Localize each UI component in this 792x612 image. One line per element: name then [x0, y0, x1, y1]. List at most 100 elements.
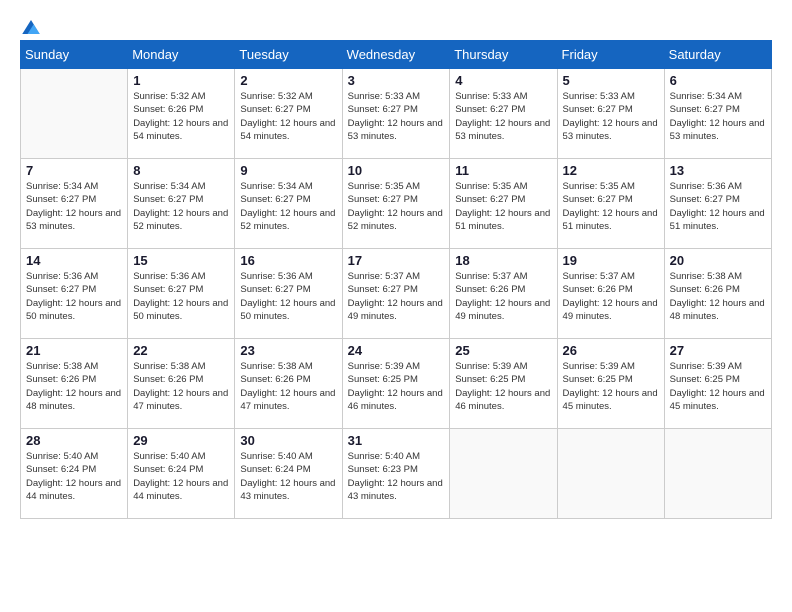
day-number: 19 — [563, 253, 659, 268]
day-info: Sunrise: 5:40 AMSunset: 6:23 PMDaylight:… — [348, 450, 445, 503]
calendar-week-row: 7 Sunrise: 5:34 AMSunset: 6:27 PMDaylight… — [21, 159, 772, 249]
calendar-cell: 19Sunrise: 5:37 AMSunset: 6:26 PMDayligh… — [557, 249, 664, 339]
day-number: 20 — [670, 253, 766, 268]
calendar-cell: 5 Sunrise: 5:33 AMSunset: 6:27 PMDaylight… — [557, 69, 664, 159]
calendar-cell: 14 Sunrise: 5:36 AMSunset: 6:27 PMDayligh… — [21, 249, 128, 339]
calendar-cell — [450, 429, 557, 519]
day-number: 7 — [26, 163, 122, 178]
calendar-cell: 30 Sunrise: 5:40 AMSunset: 6:24 PMDayligh… — [235, 429, 342, 519]
calendar-cell: 9 Sunrise: 5:34 AMSunset: 6:27 PMDaylight… — [235, 159, 342, 249]
day-number: 18 — [455, 253, 551, 268]
calendar-cell: 23 Sunrise: 5:38 AMSunset: 6:26 PMDayligh… — [235, 339, 342, 429]
day-number: 17 — [348, 253, 445, 268]
day-info: Sunrise: 5:39 AMSunset: 6:25 PMDaylight:… — [563, 360, 659, 413]
logo — [20, 20, 40, 30]
day-number: 26 — [563, 343, 659, 358]
day-info: Sunrise: 5:36 AMSunset: 6:27 PMDaylight:… — [133, 270, 229, 323]
calendar-cell: 24 Sunrise: 5:39 AMSunset: 6:25 PMDayligh… — [342, 339, 450, 429]
day-info: Sunrise: 5:36 AMSunset: 6:27 PMDaylight:… — [240, 270, 336, 323]
calendar-week-row: 28 Sunrise: 5:40 AMSunset: 6:24 PMDayligh… — [21, 429, 772, 519]
weekday-header-saturday: Saturday — [664, 41, 771, 69]
day-number: 11 — [455, 163, 551, 178]
calendar-cell: 12Sunrise: 5:35 AMSunset: 6:27 PMDayligh… — [557, 159, 664, 249]
day-number: 15 — [133, 253, 229, 268]
weekday-header-monday: Monday — [128, 41, 235, 69]
day-info: Sunrise: 5:32 AMSunset: 6:27 PMDaylight:… — [240, 90, 336, 143]
day-info: Sunrise: 5:38 AMSunset: 6:26 PMDaylight:… — [26, 360, 122, 413]
day-info: Sunrise: 5:34 AMSunset: 6:27 PMDaylight:… — [26, 180, 122, 233]
day-info: Sunrise: 5:39 AMSunset: 6:25 PMDaylight:… — [670, 360, 766, 413]
day-number: 27 — [670, 343, 766, 358]
day-info: Sunrise: 5:33 AMSunset: 6:27 PMDaylight:… — [455, 90, 551, 143]
day-info: Sunrise: 5:34 AMSunset: 6:27 PMDaylight:… — [133, 180, 229, 233]
weekday-header-sunday: Sunday — [21, 41, 128, 69]
calendar-cell: 31 Sunrise: 5:40 AMSunset: 6:23 PMDayligh… — [342, 429, 450, 519]
day-info: Sunrise: 5:35 AMSunset: 6:27 PMDaylight:… — [455, 180, 551, 233]
day-info: Sunrise: 5:35 AMSunset: 6:27 PMDaylight:… — [563, 180, 659, 233]
day-info: Sunrise: 5:37 AMSunset: 6:26 PMDaylight:… — [455, 270, 551, 323]
calendar-cell: 15 Sunrise: 5:36 AMSunset: 6:27 PMDayligh… — [128, 249, 235, 339]
weekday-header-thursday: Thursday — [450, 41, 557, 69]
calendar-cell: 25Sunrise: 5:39 AMSunset: 6:25 PMDayligh… — [450, 339, 557, 429]
day-number: 16 — [240, 253, 336, 268]
day-number: 1 — [133, 73, 229, 88]
day-number: 9 — [240, 163, 336, 178]
calendar-cell: 21 Sunrise: 5:38 AMSunset: 6:26 PMDayligh… — [21, 339, 128, 429]
calendar-cell — [21, 69, 128, 159]
day-number: 30 — [240, 433, 336, 448]
calendar-cell: 27 Sunrise: 5:39 AMSunset: 6:25 PMDayligh… — [664, 339, 771, 429]
day-info: Sunrise: 5:33 AMSunset: 6:27 PMDaylight:… — [563, 90, 659, 143]
day-number: 6 — [670, 73, 766, 88]
day-info: Sunrise: 5:37 AMSunset: 6:27 PMDaylight:… — [348, 270, 445, 323]
day-info: Sunrise: 5:36 AMSunset: 6:27 PMDaylight:… — [670, 180, 766, 233]
calendar-cell: 26 Sunrise: 5:39 AMSunset: 6:25 PMDayligh… — [557, 339, 664, 429]
calendar-cell: 3Sunrise: 5:33 AMSunset: 6:27 PMDaylight… — [342, 69, 450, 159]
day-number: 8 — [133, 163, 229, 178]
day-info: Sunrise: 5:35 AMSunset: 6:27 PMDaylight:… — [348, 180, 445, 233]
calendar-cell: 6 Sunrise: 5:34 AMSunset: 6:27 PMDaylight… — [664, 69, 771, 159]
day-number: 14 — [26, 253, 122, 268]
day-number: 21 — [26, 343, 122, 358]
day-number: 28 — [26, 433, 122, 448]
calendar-cell: 2 Sunrise: 5:32 AMSunset: 6:27 PMDaylight… — [235, 69, 342, 159]
calendar-cell: 7 Sunrise: 5:34 AMSunset: 6:27 PMDaylight… — [21, 159, 128, 249]
day-info: Sunrise: 5:39 AMSunset: 6:25 PMDaylight:… — [455, 360, 551, 413]
weekday-header-row: SundayMondayTuesdayWednesdayThursdayFrid… — [21, 41, 772, 69]
day-number: 24 — [348, 343, 445, 358]
day-number: 10 — [348, 163, 445, 178]
calendar-cell — [557, 429, 664, 519]
day-number: 13 — [670, 163, 766, 178]
calendar-cell: 4Sunrise: 5:33 AMSunset: 6:27 PMDaylight… — [450, 69, 557, 159]
calendar-cell: 20Sunrise: 5:38 AMSunset: 6:26 PMDayligh… — [664, 249, 771, 339]
day-number: 29 — [133, 433, 229, 448]
calendar-table: SundayMondayTuesdayWednesdayThursdayFrid… — [20, 40, 772, 519]
day-number: 23 — [240, 343, 336, 358]
calendar-week-row: 21 Sunrise: 5:38 AMSunset: 6:26 PMDayligh… — [21, 339, 772, 429]
day-number: 3 — [348, 73, 445, 88]
calendar-cell: 17 Sunrise: 5:37 AMSunset: 6:27 PMDayligh… — [342, 249, 450, 339]
calendar-cell: 11 Sunrise: 5:35 AMSunset: 6:27 PMDayligh… — [450, 159, 557, 249]
calendar-cell: 22Sunrise: 5:38 AMSunset: 6:26 PMDayligh… — [128, 339, 235, 429]
calendar-cell: 29Sunrise: 5:40 AMSunset: 6:24 PMDayligh… — [128, 429, 235, 519]
day-info: Sunrise: 5:39 AMSunset: 6:25 PMDaylight:… — [348, 360, 445, 413]
calendar-week-row: 14 Sunrise: 5:36 AMSunset: 6:27 PMDayligh… — [21, 249, 772, 339]
calendar-cell: 1Sunrise: 5:32 AMSunset: 6:26 PMDaylight… — [128, 69, 235, 159]
day-number: 2 — [240, 73, 336, 88]
day-number: 5 — [563, 73, 659, 88]
calendar-cell: 16 Sunrise: 5:36 AMSunset: 6:27 PMDayligh… — [235, 249, 342, 339]
day-info: Sunrise: 5:38 AMSunset: 6:26 PMDaylight:… — [133, 360, 229, 413]
day-info: Sunrise: 5:36 AMSunset: 6:27 PMDaylight:… — [26, 270, 122, 323]
day-info: Sunrise: 5:40 AMSunset: 6:24 PMDaylight:… — [240, 450, 336, 503]
day-number: 31 — [348, 433, 445, 448]
day-info: Sunrise: 5:40 AMSunset: 6:24 PMDaylight:… — [26, 450, 122, 503]
calendar-week-row: 1Sunrise: 5:32 AMSunset: 6:26 PMDaylight… — [21, 69, 772, 159]
day-info: Sunrise: 5:34 AMSunset: 6:27 PMDaylight:… — [670, 90, 766, 143]
calendar-cell: 13 Sunrise: 5:36 AMSunset: 6:27 PMDayligh… — [664, 159, 771, 249]
day-info: Sunrise: 5:34 AMSunset: 6:27 PMDaylight:… — [240, 180, 336, 233]
day-info: Sunrise: 5:38 AMSunset: 6:26 PMDaylight:… — [240, 360, 336, 413]
calendar-cell — [664, 429, 771, 519]
weekday-header-wednesday: Wednesday — [342, 41, 450, 69]
calendar-cell: 18 Sunrise: 5:37 AMSunset: 6:26 PMDayligh… — [450, 249, 557, 339]
weekday-header-friday: Friday — [557, 41, 664, 69]
logo-icon — [22, 20, 40, 34]
